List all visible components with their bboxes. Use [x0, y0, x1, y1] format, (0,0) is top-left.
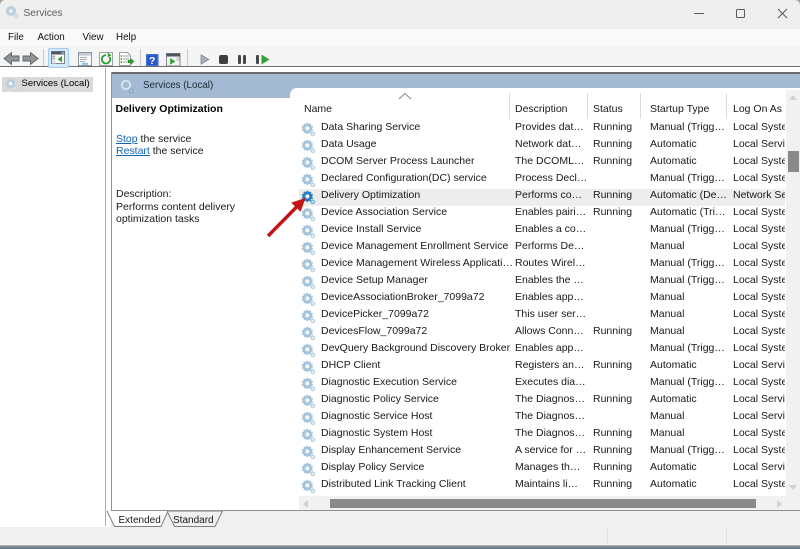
svg-text:?: ?: [149, 54, 155, 66]
